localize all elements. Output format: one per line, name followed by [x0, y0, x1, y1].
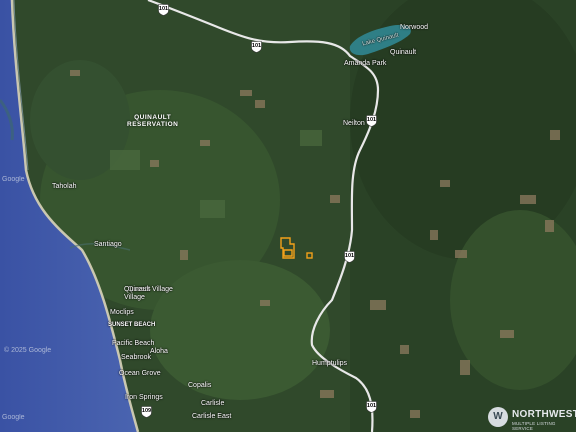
place-label-moclips: Moclips	[110, 309, 134, 316]
place-label-norwood: Norwood	[400, 24, 429, 31]
satellite-imagery	[0, 0, 576, 432]
brand-mark-icon: W	[488, 407, 508, 427]
copyright-watermark: Google	[2, 414, 25, 421]
route-shield-101: 101	[366, 115, 377, 127]
place-label-pacific-beach: Pacific Beach	[112, 340, 155, 347]
place-label-taholah: Taholah	[52, 183, 77, 190]
copyright-watermark: © 2025 Google	[4, 347, 52, 354]
route-shield-101: 101	[251, 41, 262, 53]
place-label-iron-springs: Iron Springs	[125, 394, 163, 401]
beach-label: SUNSET BEACH	[108, 322, 156, 328]
route-shield-101: 101	[344, 251, 355, 263]
place-label-santiago: Santiago	[94, 241, 122, 248]
place-label-amanda-park: Amanda Park	[344, 60, 387, 67]
place-label-carlisle: Carlisle	[201, 400, 225, 407]
brand-subtitle: MULTIPLE LISTING SERVICE	[512, 421, 556, 431]
brand-name: NORTHWEST	[512, 409, 576, 420]
brand-logo: W NORTHWEST MULTIPLE LISTING SERVICE	[488, 405, 576, 431]
route-shield-101: 101	[366, 401, 377, 413]
route-shield-101: 101	[158, 4, 169, 16]
place-label-seabrook: Seabrook	[121, 354, 151, 361]
place-label-aloha: Aloha	[150, 348, 168, 355]
place-label-neilton: Neilton	[343, 120, 365, 127]
copyright-watermark: Google	[2, 176, 25, 183]
place-label-carlisle-east: Carlisle East	[192, 413, 232, 420]
place-label-copalis: Copalis	[188, 382, 212, 389]
route-shield-109: 109	[141, 406, 152, 418]
reservation-label: QUINAULT RESERVATION	[127, 114, 179, 129]
place-label-quinault: Quinault	[390, 49, 417, 56]
map-view[interactable]: Norwood Quinault Amanda Park Neilton Tah…	[0, 0, 576, 432]
place-label-ocean-grove: Ocean Grove	[119, 370, 161, 377]
place-label-humptulips: Humptulips	[312, 360, 348, 367]
village-label: Quinault Village Village	[124, 286, 173, 301]
